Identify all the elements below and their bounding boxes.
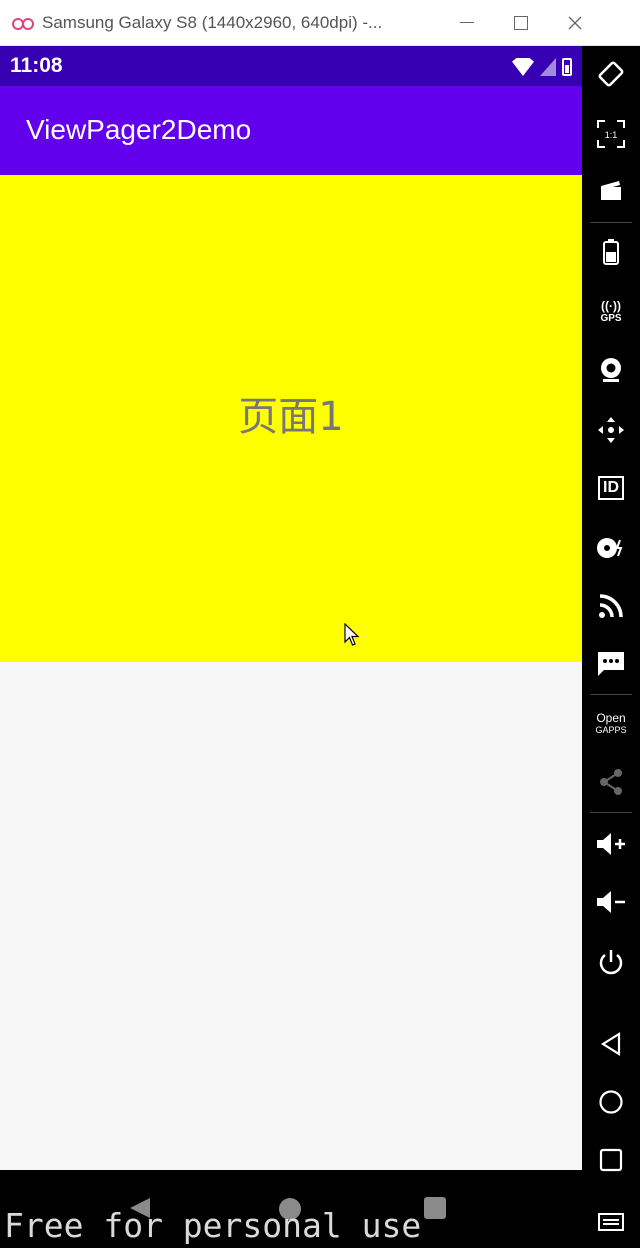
status-bar: 11:08 [0, 46, 582, 86]
message-icon [598, 652, 624, 676]
app-bar: ViewPager2Demo [0, 86, 582, 175]
wifi-icon [512, 58, 534, 76]
emulator-toolbar: 1:1 ((·)) GPS ID Open GAPPS [582, 46, 640, 1248]
maximize-icon [514, 15, 528, 30]
dpad-button[interactable] [582, 410, 640, 450]
android-back-button[interactable] [582, 1024, 640, 1064]
fullscreen-icon: 1:1 [597, 120, 625, 148]
window-titlebar: Samsung Galaxy S8 (1440x2960, 640dpi) -.… [0, 0, 640, 46]
status-time: 11:08 [10, 54, 63, 77]
webcam-icon [601, 358, 621, 382]
disk-icon [597, 538, 623, 558]
sms-button[interactable] [582, 644, 640, 684]
svg-text:1:1: 1:1 [605, 130, 618, 140]
watermark-text: Free for personal use [4, 1206, 422, 1245]
volume-down-button[interactable] [582, 882, 640, 922]
nav-recents-icon[interactable] [424, 1197, 446, 1219]
move-arrows-icon [598, 417, 624, 443]
viewpager-page[interactable]: 页面1 [0, 175, 582, 662]
device-id-button[interactable]: ID [582, 468, 640, 508]
menu-icon [598, 1213, 624, 1231]
screencast-button[interactable] [582, 170, 640, 210]
camera-button[interactable] [582, 350, 640, 390]
power-icon [599, 950, 623, 975]
network-button[interactable] [582, 586, 640, 626]
close-button[interactable] [548, 0, 602, 46]
volume-up-icon [597, 833, 625, 855]
battery-widget-icon [603, 239, 619, 265]
open-gapps-button[interactable]: Open GAPPS [582, 704, 640, 744]
android-home-button[interactable] [582, 1082, 640, 1122]
open-gapps-icon: Open GAPPS [595, 711, 627, 735]
id-icon: ID [598, 476, 624, 500]
back-triangle-icon [600, 1032, 621, 1056]
window-title: Samsung Galaxy S8 (1440x2960, 640dpi) -.… [42, 12, 383, 32]
android-menu-button[interactable] [582, 1202, 640, 1242]
close-icon [568, 16, 582, 29]
clapperboard-icon [601, 181, 621, 200]
recents-square-icon [599, 1148, 623, 1172]
phone-screen[interactable]: 11:08 ViewPager2Demo 页面1 [0, 46, 582, 1248]
gps-icon: ((·)) GPS [600, 298, 622, 325]
rotate-button[interactable] [582, 54, 640, 94]
share-icon [600, 769, 622, 795]
page-label: 页面1 [238, 393, 344, 440]
battery-icon [562, 58, 572, 76]
volume-down-icon [597, 891, 625, 913]
status-icons [512, 56, 572, 76]
volume-up-button[interactable] [582, 824, 640, 864]
rss-icon [599, 594, 623, 618]
app-title: ViewPager2Demo [26, 114, 252, 145]
pixel-perfect-button[interactable]: 1:1 [582, 114, 640, 154]
genymotion-logo-icon [12, 17, 34, 30]
mouse-cursor-icon [344, 623, 360, 646]
disk-io-button[interactable] [582, 528, 640, 568]
android-recents-button[interactable] [582, 1140, 640, 1180]
rotate-icon [598, 61, 624, 87]
signal-icon [540, 58, 556, 76]
maximize-button[interactable] [494, 0, 548, 46]
gps-button[interactable]: ((·)) GPS [582, 292, 640, 332]
minimize-icon [460, 22, 474, 23]
minimize-button[interactable] [440, 0, 494, 46]
battery-button[interactable] [582, 232, 640, 272]
share-button[interactable] [582, 762, 640, 802]
home-circle-icon [599, 1090, 623, 1114]
power-button[interactable] [582, 942, 640, 982]
